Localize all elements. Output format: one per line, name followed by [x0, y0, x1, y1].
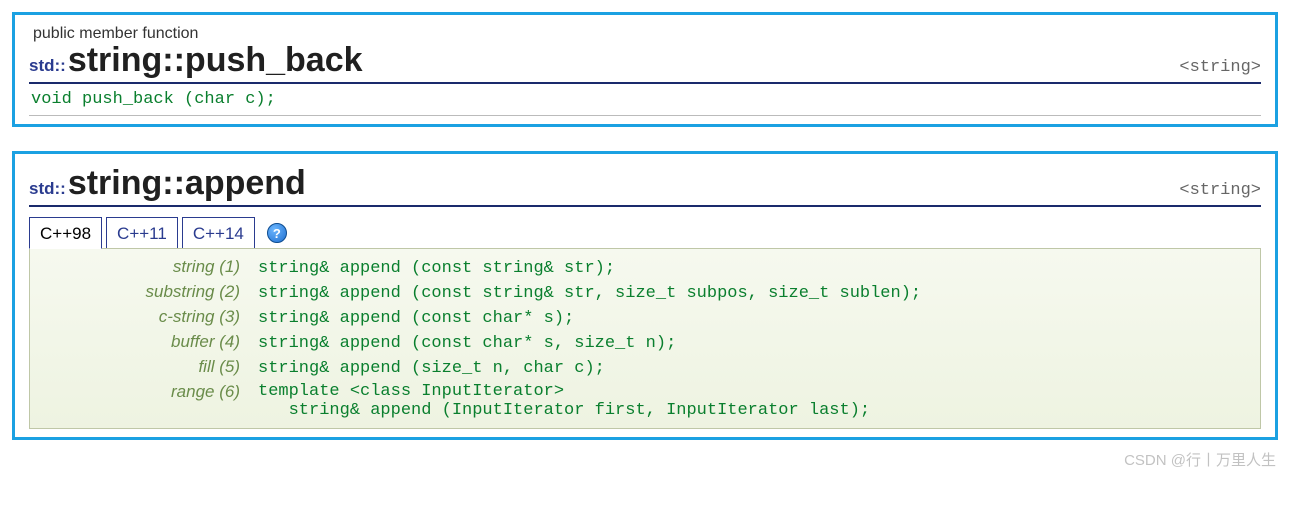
- title-row: std:: string::push_back <string>: [29, 41, 1261, 84]
- overload-row: string (1) string& append (const string&…: [30, 255, 1250, 280]
- overload-label: string (1): [30, 257, 240, 277]
- overload-signature: template <class InputIterator> string& a…: [258, 382, 1250, 420]
- overload-row: range (6) template <class InputIterator>…: [30, 380, 1250, 422]
- overload-label: fill (5): [30, 357, 240, 377]
- overload-label: substring (2): [30, 282, 240, 302]
- overload-row: c-string (3) string& append (const char*…: [30, 305, 1250, 330]
- overload-signature: string& append (const char* s, size_t n)…: [258, 334, 1250, 353]
- reference-panel-push-back: public member function std:: string::pus…: [12, 12, 1278, 127]
- function-name: string::append: [68, 164, 306, 203]
- overload-signature: string& append (const string& str, size_…: [258, 284, 1250, 303]
- overload-list: string (1) string& append (const string&…: [29, 248, 1261, 429]
- header-tag: <string>: [1179, 58, 1261, 77]
- title-left: std:: string::push_back: [29, 41, 363, 80]
- title-left: std:: string::append: [29, 164, 306, 203]
- overload-row: substring (2) string& append (const stri…: [30, 280, 1250, 305]
- header-tag: <string>: [1179, 181, 1261, 200]
- overload-label: range (6): [30, 382, 240, 402]
- namespace-label: std::: [29, 179, 66, 199]
- overload-signature: string& append (const string& str);: [258, 259, 1250, 278]
- help-icon[interactable]: ?: [267, 223, 287, 243]
- function-signature: void push_back (char c);: [29, 84, 1261, 116]
- tab-cpp98[interactable]: C++98: [29, 217, 102, 249]
- title-row: std:: string::append <string>: [29, 164, 1261, 207]
- reference-panel-append: std:: string::append <string> C++98 C++1…: [12, 151, 1278, 440]
- tab-cpp14[interactable]: C++14: [182, 217, 255, 249]
- function-name: string::push_back: [68, 41, 363, 80]
- overload-signature: string& append (const char* s);: [258, 309, 1250, 328]
- namespace-label: std::: [29, 56, 66, 76]
- overload-signature: string& append (size_t n, char c);: [258, 359, 1250, 378]
- watermark: CSDN @行丨万里人生: [1124, 449, 1276, 470]
- overload-label: buffer (4): [30, 332, 240, 352]
- overload-label: c-string (3): [30, 307, 240, 327]
- overload-row: fill (5) string& append (size_t n, char …: [30, 355, 1250, 380]
- tab-cpp11[interactable]: C++11: [106, 217, 178, 249]
- standard-tabs: C++98 C++11 C++14 ?: [29, 217, 1261, 249]
- overload-row: buffer (4) string& append (const char* s…: [30, 330, 1250, 355]
